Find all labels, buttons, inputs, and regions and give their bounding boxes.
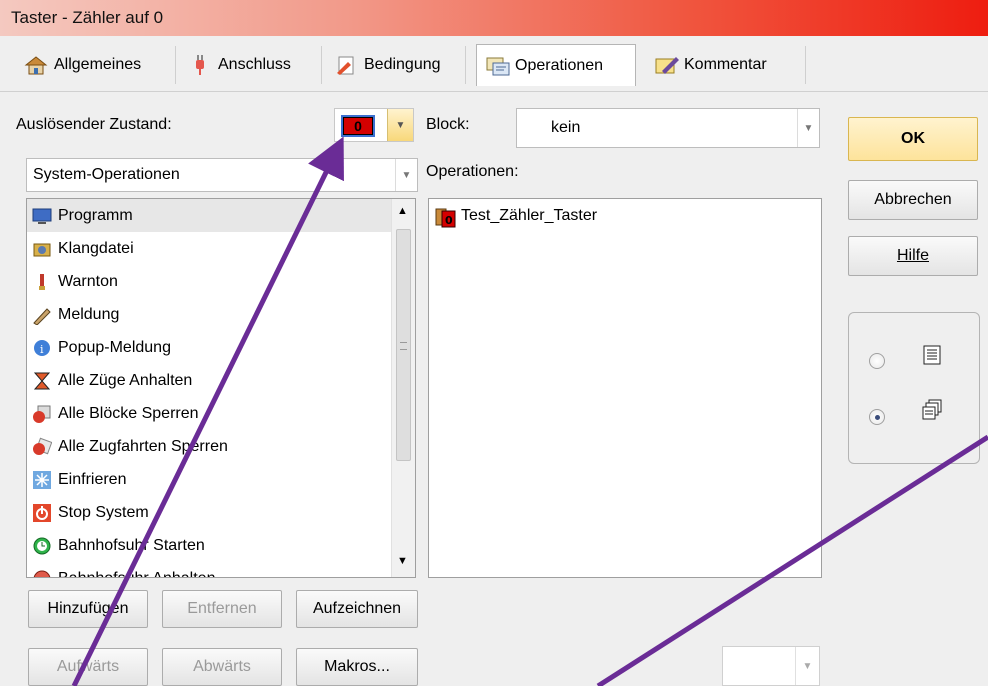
condition-icon [334,54,358,76]
stacked-view-icon [921,399,943,426]
list-item[interactable]: Bahnhofsuhr Anhalten [27,562,415,578]
list-item[interactable]: Warnton [27,265,415,298]
house-icon [24,54,48,76]
list-item[interactable]: Alle Zugfahrten Sperren [27,430,415,463]
power-icon [32,503,52,523]
list-item-label: Alle Züge Anhalten [58,371,193,389]
list-item[interactable]: Bahnhofsuhr Starten [27,529,415,562]
block-select[interactable]: kein ▼ [516,108,820,148]
help-button-label: Hilfe [896,247,929,264]
operations-icon [485,55,510,77]
tab-operationen[interactable]: Operationen [476,44,636,86]
block-value: kein [551,119,581,136]
hourglass-icon [32,371,52,391]
clock-icon [32,536,52,556]
category-value: System-Operationen [33,166,180,183]
list-item-label: Einfrieren [58,470,127,488]
list-item[interactable]: Stop System [27,496,415,529]
tab-allgemeines[interactable]: Allgemeines [16,46,176,84]
window-title: Taster - Zähler auf 0 [11,8,164,27]
grip-icon [400,342,407,350]
snowflake-icon [32,470,52,490]
view-mode-group [848,312,980,464]
available-operations-list[interactable]: Programm Klangdatei Warnton Meldung i Po… [26,198,416,578]
list-item-label: Alle Zugfahrten Sperren [58,437,228,455]
list-item[interactable]: Einfrieren [27,463,415,496]
list-item-label: Klangdatei [58,239,134,257]
chevron-down-icon[interactable]: ▼ [387,109,413,141]
chevron-down-icon[interactable]: ▼ [395,159,417,191]
route-lock-icon [32,437,53,457]
tab-bedingung[interactable]: Bedingung [326,46,466,84]
view-list-radio[interactable] [869,353,885,369]
ok-button[interactable]: OK [848,117,978,161]
svg-text:0: 0 [445,214,453,227]
list-item-label: Meldung [58,305,120,323]
remove-button[interactable]: Entfernen [162,590,282,628]
tab-label: Kommentar [684,56,767,73]
comment-icon [654,54,679,76]
list-scrollbar[interactable]: ▲ ▼ [391,199,415,577]
trigger-state-select[interactable]: 0 ▼ [334,108,414,142]
list-item[interactable]: Programm [27,199,391,232]
bottom-select[interactable]: ▼ [722,646,820,686]
cancel-button[interactable]: Abbrechen [848,180,978,220]
list-item-label: Bahnhofsuhr Anhalten [58,569,216,578]
list-item-label: Alle Blöcke Sperren [58,404,199,422]
list-view-icon [923,345,941,370]
view-stack-radio[interactable] [869,409,885,425]
block-label: Block: [426,116,470,133]
scroll-thumb[interactable] [396,229,411,461]
move-down-button[interactable]: Abwärts [162,648,282,686]
chevron-down-icon[interactable]: ▼ [795,647,819,685]
help-button[interactable]: Hilfe [848,236,978,276]
tab-label: Bedingung [364,56,441,73]
list-item[interactable]: Alle Züge Anhalten [27,364,415,397]
operations-label: Operationen: [426,163,519,180]
category-select[interactable]: System-Operationen ▼ [26,158,418,192]
macros-button[interactable]: Makros... [296,648,418,686]
record-button[interactable]: Aufzeichnen [296,590,418,628]
add-button[interactable]: Hinzufügen [28,590,148,628]
plug-icon [188,54,212,76]
list-item[interactable]: Meldung [27,298,415,331]
clock-stop-icon [32,569,52,577]
list-item-label: Warnton [58,272,118,290]
info-icon: i [32,338,52,358]
list-item-label: Test_Zähler_Taster [461,206,598,224]
list-item-label: Bahnhofsuhr Starten [58,536,205,554]
block-lock-icon [32,404,52,424]
list-item[interactable]: 0 Test_Zähler_Taster [429,199,821,232]
list-item-label: Programm [58,206,133,224]
monitor-icon [32,206,52,226]
list-item[interactable]: Alle Blöcke Sperren [27,397,415,430]
window-title-bar[interactable]: Taster - Zähler auf 0 [0,0,988,36]
list-item-label: Stop System [58,503,149,521]
move-up-button[interactable]: Aufwärts [28,648,148,686]
pencil-icon [32,305,52,326]
alarm-icon [32,272,52,292]
list-item-label: Popup-Meldung [58,338,171,356]
tab-label: Anschluss [218,56,291,73]
tab-label: Operationen [515,56,604,74]
tab-kommentar[interactable]: Kommentar [646,46,806,84]
tab-anschluss[interactable]: Anschluss [180,46,322,84]
state-indicator: 0 [341,115,375,137]
svg-text:i: i [40,343,44,356]
dialog: Taster - Zähler auf 0 Allgemeines Anschl… [0,0,988,686]
selected-operations-list[interactable]: 0 Test_Zähler_Taster [428,198,822,578]
tab-label: Allgemeines [54,56,142,73]
scroll-up-icon[interactable]: ▲ [397,205,408,217]
speaker-icon [32,239,52,259]
chevron-down-icon[interactable]: ▼ [797,109,819,147]
state-value: 0 [343,117,373,135]
list-item[interactable]: i Popup-Meldung [27,331,415,364]
counter-icon: 0 [435,206,456,227]
scroll-down-icon[interactable]: ▼ [397,555,408,567]
list-item[interactable]: Klangdatei [27,232,415,265]
trigger-label: Auslösender Zustand: [16,116,172,133]
tab-bar: Allgemeines Anschluss Bedingung Operatio… [0,36,988,92]
